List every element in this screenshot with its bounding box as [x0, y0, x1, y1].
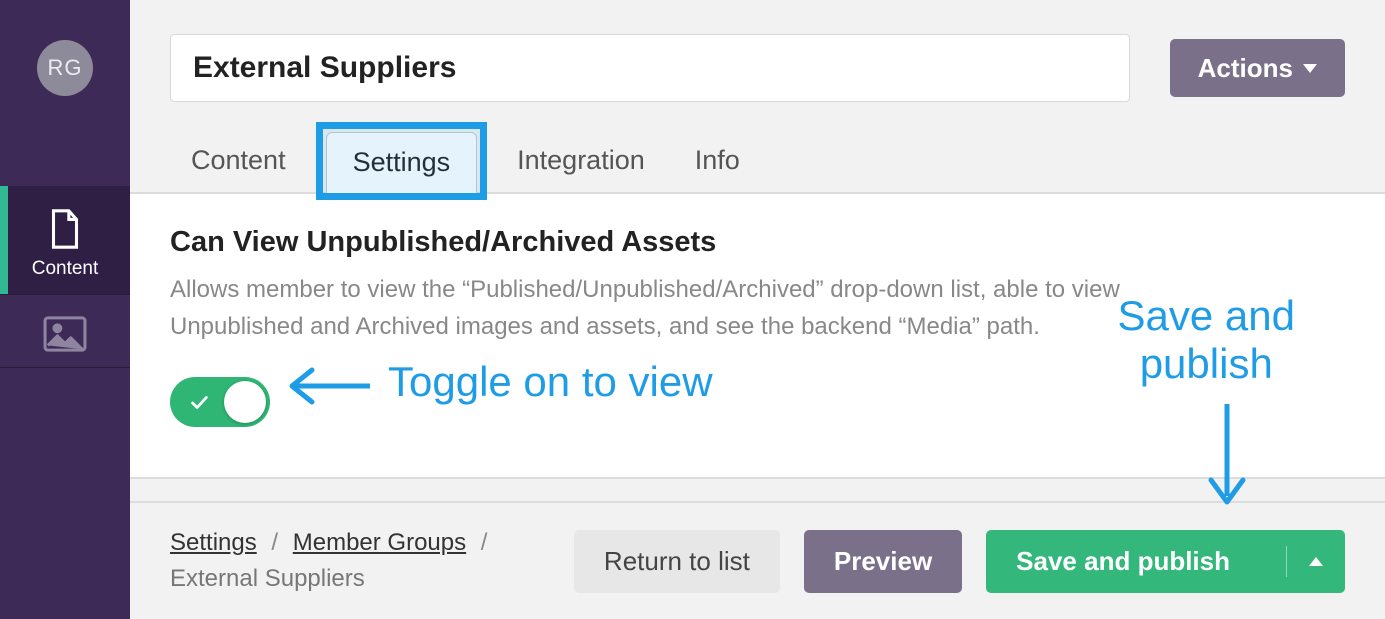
toggle-knob — [224, 381, 266, 423]
breadcrumb-sep: / — [481, 529, 488, 556]
topbar: Actions — [130, 0, 1385, 102]
tab-content[interactable]: Content — [185, 135, 292, 192]
breadcrumb-member-groups[interactable]: Member Groups — [293, 529, 466, 556]
image-icon — [42, 315, 88, 353]
main: Actions Content Settings Integration Inf… — [130, 0, 1385, 619]
tab-integration[interactable]: Integration — [511, 135, 651, 192]
sidebar: RG Content — [0, 0, 130, 619]
save-and-publish-button[interactable]: Save and publish — [986, 530, 1345, 593]
tabs: Content Settings Integration Info — [130, 102, 1385, 194]
breadcrumb-settings[interactable]: Settings — [170, 529, 257, 556]
view-assets-toggle[interactable] — [170, 377, 270, 427]
file-icon — [42, 206, 88, 252]
sidebar-item-label: Content — [32, 258, 99, 280]
title-input[interactable] — [170, 34, 1130, 102]
breadcrumb: Settings / Member Groups / External Supp… — [170, 525, 495, 597]
footer: Settings / Member Groups / External Supp… — [130, 501, 1385, 619]
sidebar-item-content[interactable]: Content — [0, 186, 130, 294]
check-icon — [188, 391, 210, 413]
tab-settings-wrap: Settings — [326, 132, 478, 194]
setting-description: Allows member to view the “Published/Unp… — [170, 271, 1130, 345]
caret-down-icon — [1303, 64, 1317, 73]
save-and-publish-dropdown[interactable] — [1286, 546, 1345, 577]
toggle-row — [170, 377, 1345, 427]
actions-button[interactable]: Actions — [1170, 39, 1345, 97]
save-and-publish-label: Save and publish — [1016, 546, 1258, 577]
breadcrumb-current: External Suppliers — [170, 565, 365, 592]
tab-info[interactable]: Info — [689, 135, 746, 192]
avatar[interactable]: RG — [37, 40, 93, 96]
app-root: RG Content Actions — [0, 0, 1385, 619]
sidebar-item-media[interactable] — [0, 295, 130, 367]
actions-label: Actions — [1198, 53, 1293, 84]
breadcrumb-sep: / — [271, 529, 278, 556]
preview-button[interactable]: Preview — [804, 530, 962, 593]
setting-title: Can View Unpublished/Archived Assets — [170, 226, 1345, 259]
footer-actions: Return to list Preview Save and publish — [574, 530, 1345, 593]
sidebar-divider — [0, 367, 130, 368]
caret-up-icon — [1309, 557, 1323, 566]
tab-settings[interactable]: Settings — [326, 132, 478, 194]
settings-panel: Can View Unpublished/Archived Assets All… — [130, 194, 1385, 479]
return-to-list-button[interactable]: Return to list — [574, 530, 780, 593]
